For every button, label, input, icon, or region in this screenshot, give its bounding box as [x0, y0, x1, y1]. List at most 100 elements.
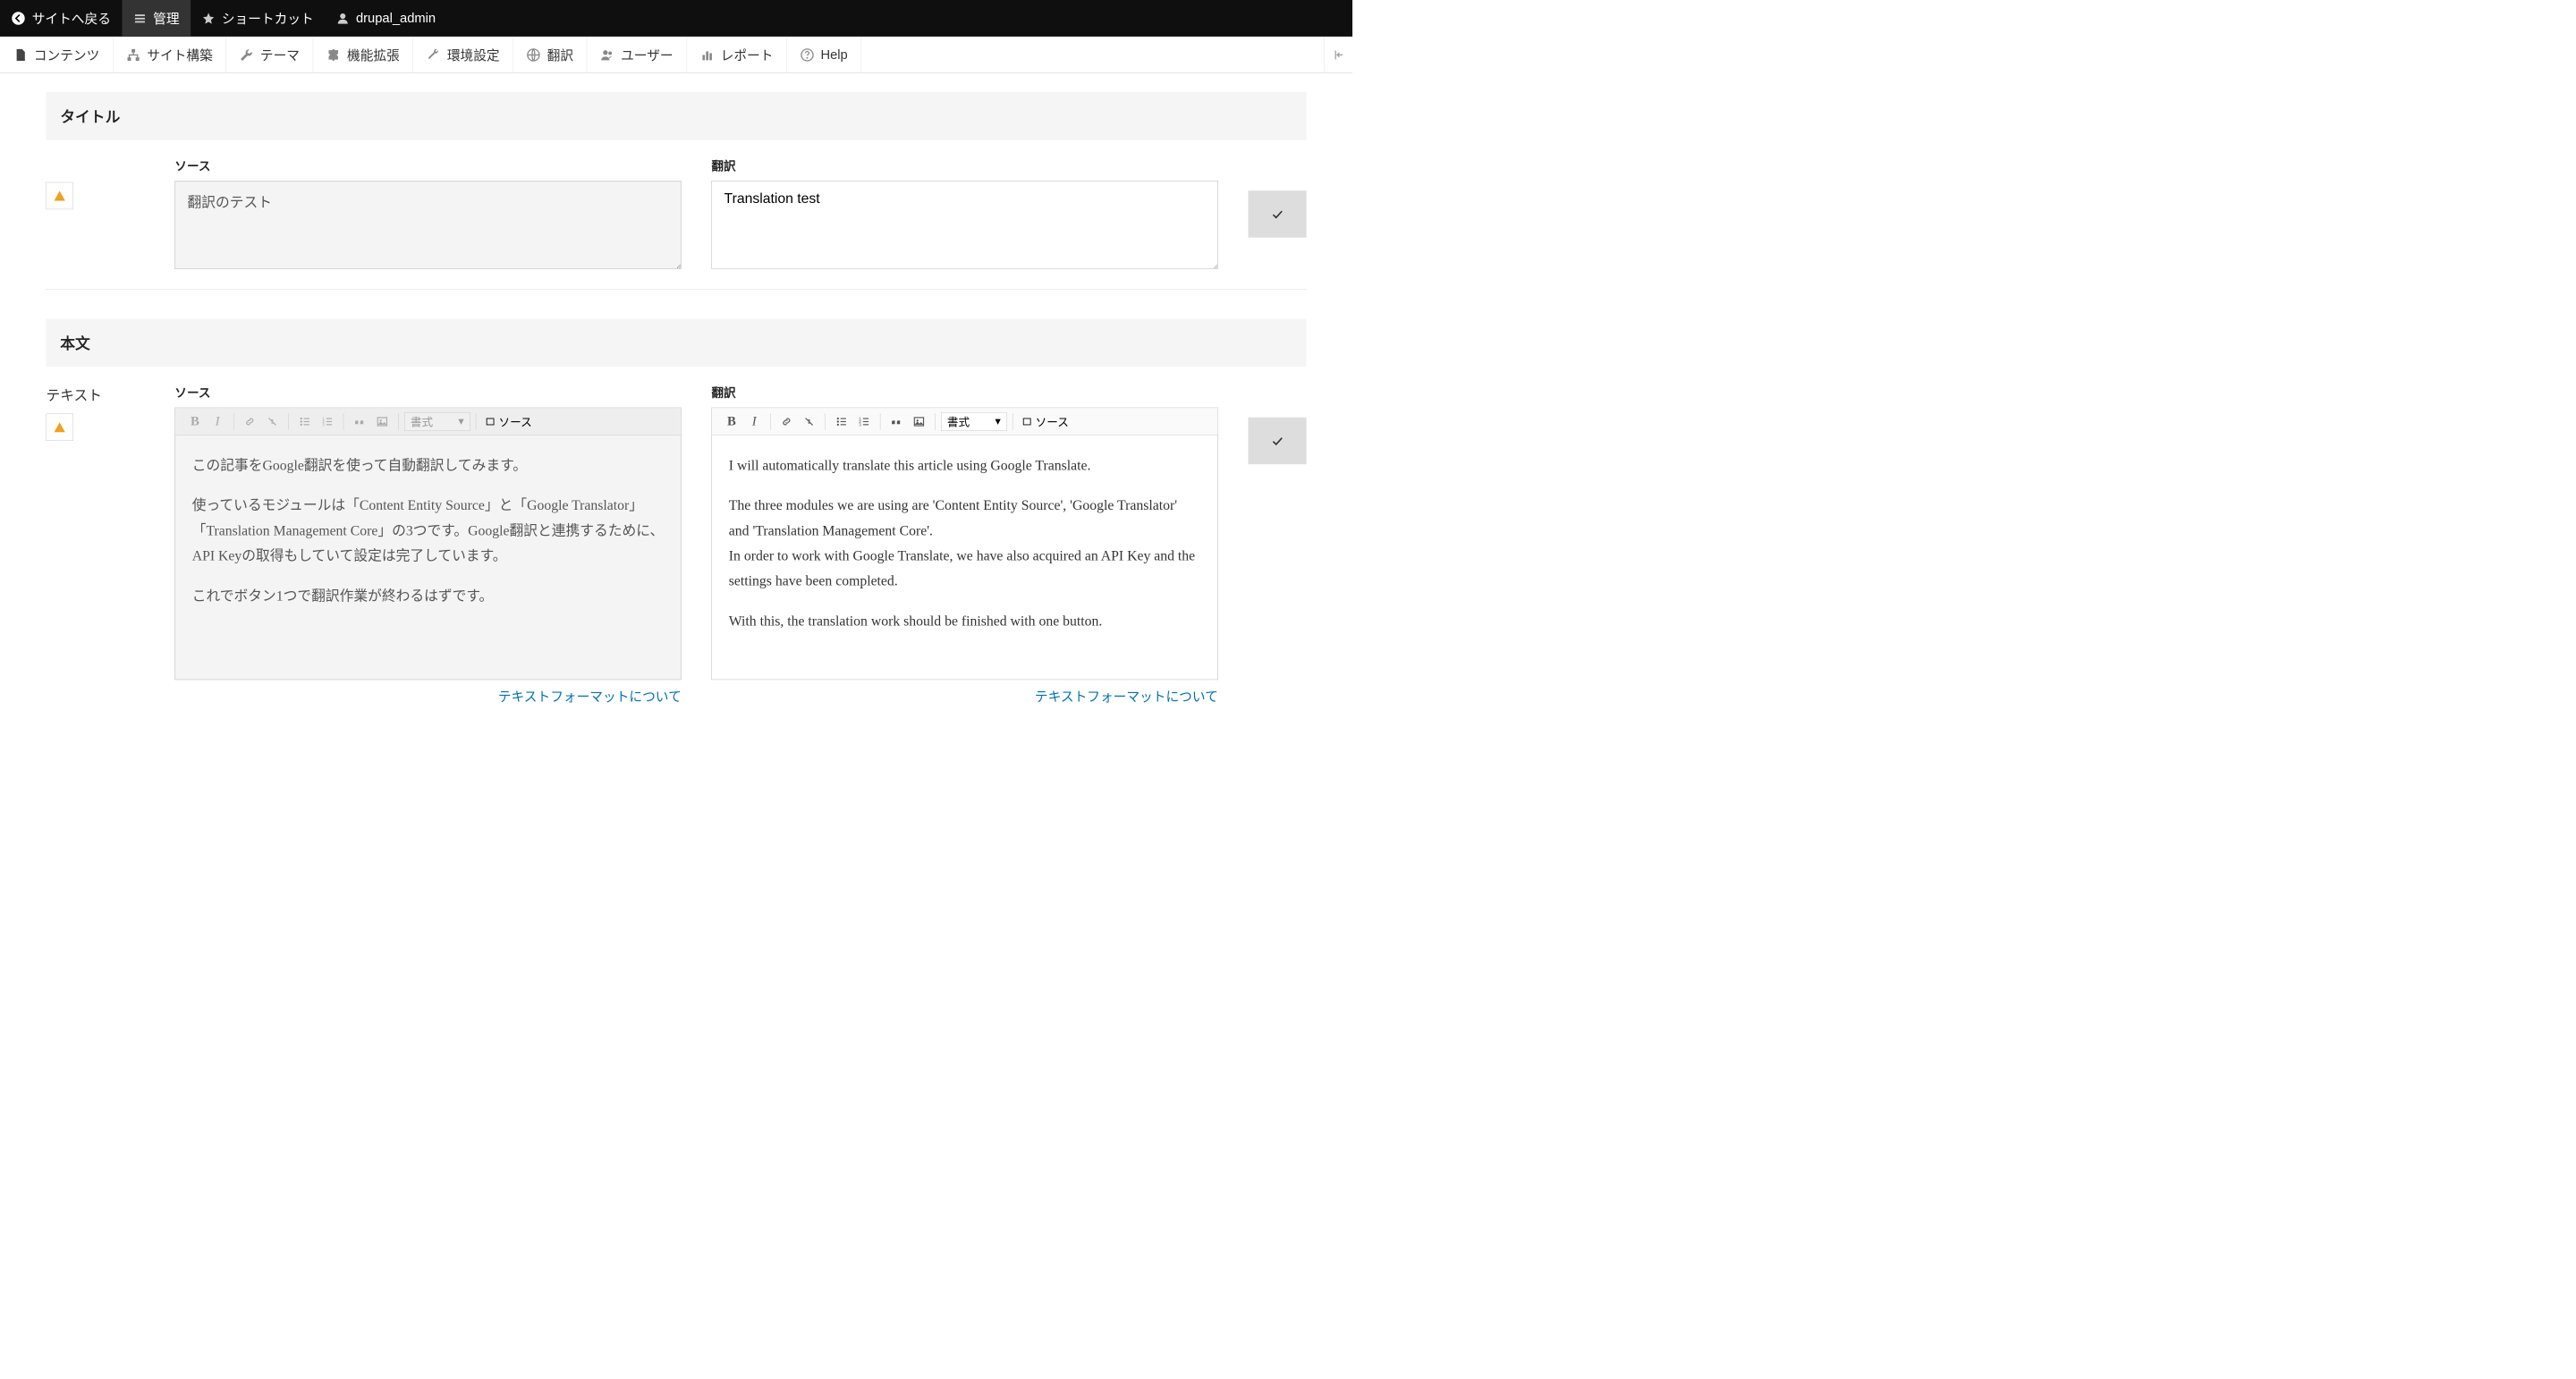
rte-image-button[interactable]: [909, 412, 929, 431]
body-source-para: これでボタン1つで翻訳作業が終わるはずです。: [192, 583, 665, 608]
title-target-label: 翻訳: [711, 157, 1217, 173]
menu-themes-label: テーマ: [260, 46, 300, 64]
admin-menubar: コンテンツ サイト構築 テーマ 機能拡張 環境設定 翻訳 ユーザー レポート H…: [0, 37, 1352, 73]
rte-link-button[interactable]: [776, 412, 797, 431]
menu-structure[interactable]: サイト構築: [114, 37, 227, 72]
rte-bold-button[interactable]: B: [721, 412, 741, 431]
translation-content: タイトル ソース 翻訳 本文 テキスト: [0, 73, 1352, 724]
user-icon: [336, 12, 350, 25]
body-source-content: この記事をGoogle翻訳を使って自動翻訳してみます。 使っているモジュールは「…: [175, 436, 681, 680]
image-icon: [913, 415, 926, 427]
check-icon: [1270, 207, 1284, 222]
chart-icon: [700, 47, 715, 62]
rte-format-select: 書式▾: [404, 412, 470, 431]
rte-link-button: [240, 412, 260, 431]
quote-icon: [890, 415, 902, 427]
image-icon: [377, 415, 389, 427]
source-icon: [1022, 417, 1032, 427]
rte-image-button: [372, 412, 393, 431]
rte-ul-button: [294, 412, 315, 431]
list-ol-icon: 123: [321, 415, 334, 427]
menu-reports-label: レポート: [721, 46, 774, 64]
body-source-para: この記事をGoogle翻訳を使って自動翻訳してみます。: [192, 453, 665, 478]
menu-extensions[interactable]: 機能拡張: [313, 37, 413, 72]
back-label: サイトへ戻る: [32, 9, 111, 28]
rte-ul-button[interactable]: [831, 412, 852, 431]
menu-extensions-label: 機能拡張: [347, 46, 400, 64]
body-side-label: テキスト: [46, 384, 102, 404]
rte-format-select[interactable]: 書式▾: [941, 412, 1007, 431]
shortcuts-label: ショートカット: [222, 9, 314, 28]
star-icon: [202, 12, 216, 25]
rte-source-button[interactable]: ソース: [1019, 413, 1072, 429]
back-to-site-link[interactable]: サイトへ戻る: [0, 0, 123, 37]
user-menu-link[interactable]: drupal_admin: [325, 0, 446, 37]
source-icon: [486, 417, 496, 427]
quote-icon: [353, 415, 366, 427]
rte-toolbar-target: B I 123 書式▾ ソース: [712, 408, 1217, 435]
tools-icon: [427, 47, 441, 62]
user-label: drupal_admin: [356, 11, 436, 26]
admin-menu-toggle[interactable]: 管理: [123, 0, 191, 37]
body-source-label: ソース: [174, 384, 681, 401]
check-icon: [1270, 434, 1284, 448]
list-ol-icon: 123: [858, 415, 870, 427]
body-source-para: 使っているモジュールは「Content Entity Source」と「Goog…: [192, 493, 665, 568]
users-icon: [600, 47, 614, 62]
rte-unlink-button[interactable]: [799, 412, 819, 431]
menu-themes[interactable]: テーマ: [226, 37, 313, 72]
structure-icon: [126, 47, 140, 62]
collapse-icon: [1332, 48, 1345, 62]
body-warning-badge[interactable]: [46, 414, 72, 441]
rte-bold-button: B: [184, 412, 205, 431]
target-format-link[interactable]: テキストフォーマットについて: [1035, 687, 1218, 706]
menu-help[interactable]: Help: [787, 37, 861, 72]
title-target-input[interactable]: [711, 181, 1217, 269]
menu-content-label: コンテンツ: [34, 46, 100, 64]
admin-topbar: サイトへ戻る 管理 ショートカット drupal_admin: [0, 0, 1352, 37]
body-target-editor[interactable]: B I 123 書式▾ ソース: [711, 408, 1217, 680]
title-row: ソース 翻訳: [46, 140, 1306, 289]
menu-users[interactable]: ユーザー: [587, 37, 687, 72]
title-source-input: [174, 181, 681, 269]
back-icon: [12, 12, 26, 26]
title-warning-badge[interactable]: [46, 182, 72, 209]
body-row: テキスト ソース B I 123: [46, 367, 1306, 724]
rte-toolbar-source: B I 123 書式▾ ソース: [175, 408, 681, 435]
body-target-para[interactable]: I will automatically translate this arti…: [729, 453, 1201, 478]
body-confirm-button[interactable]: [1248, 418, 1306, 465]
globe-icon: [527, 47, 541, 62]
svg-text:3: 3: [859, 422, 861, 427]
body-target-para[interactable]: The three modules we are using are 'Cont…: [729, 493, 1201, 593]
body-target-para[interactable]: With this, the translation work should b…: [729, 608, 1201, 633]
admin-label: 管理: [153, 9, 179, 28]
menu-users-label: ユーザー: [621, 46, 674, 64]
rte-source-button: ソース: [482, 413, 536, 429]
rte-italic-button: I: [208, 412, 228, 431]
warning-icon: [53, 190, 66, 203]
list-ul-icon: [835, 415, 848, 427]
menu-content[interactable]: コンテンツ: [0, 37, 114, 72]
link-icon: [781, 415, 793, 427]
menu-config-label: 環境設定: [447, 46, 500, 64]
body-target-content[interactable]: I will automatically translate this arti…: [712, 436, 1217, 680]
collapse-toolbar-button[interactable]: [1324, 37, 1352, 72]
source-format-link[interactable]: テキストフォーマットについて: [498, 687, 682, 706]
hamburger-icon: [133, 12, 147, 25]
menu-help-label: Help: [820, 47, 847, 63]
wrench-icon: [240, 47, 254, 62]
rte-quote-button: [350, 412, 370, 431]
body-source-editor: B I 123 書式▾ ソース: [174, 408, 681, 680]
menu-translate[interactable]: 翻訳: [513, 37, 587, 72]
rte-quote-button[interactable]: [886, 412, 907, 431]
help-icon: [800, 47, 814, 62]
rte-ol-button[interactable]: 123: [853, 412, 874, 431]
menu-config[interactable]: 環境設定: [413, 37, 513, 72]
menu-reports[interactable]: レポート: [687, 37, 787, 72]
section-body-header: 本文: [46, 318, 1306, 367]
shortcuts-link[interactable]: ショートカット: [191, 0, 325, 37]
unlink-icon: [267, 415, 279, 427]
document-icon: [13, 47, 28, 62]
rte-italic-button[interactable]: I: [744, 412, 765, 431]
title-confirm-button[interactable]: [1248, 190, 1306, 238]
